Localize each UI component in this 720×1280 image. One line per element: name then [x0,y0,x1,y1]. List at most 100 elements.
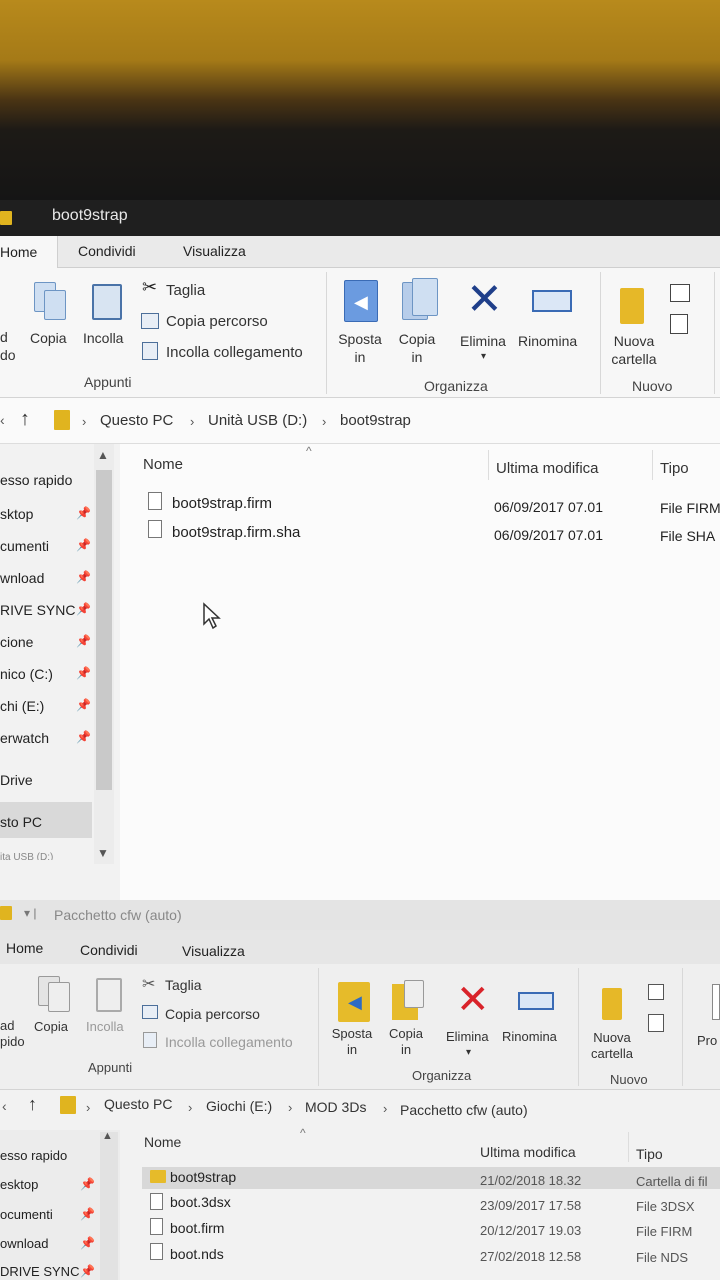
nav-item[interactable]: ocumenti [0,1207,53,1222]
rename-icon [518,992,554,1010]
copy-to-icon-front [404,980,424,1008]
easy-access-icon[interactable] [648,1014,664,1032]
pin-icon: 📌 [76,730,91,744]
properties-button[interactable]: Pro [697,1032,717,1050]
nav-item[interactable]: esso rapido [0,1148,67,1163]
file-row[interactable]: boot.firm 20/12/2017 19.03 File FIRM [146,1218,720,1240]
chevron-right-icon: › [322,414,327,429]
pin-icon: 📌 [76,538,91,552]
copy-button[interactable] [30,278,70,322]
copy-path-button[interactable]: Copia percorso [165,1006,260,1022]
easy-access-icon[interactable] [670,314,688,334]
quick-access-dropdown-icon[interactable]: ▾ | [24,906,36,920]
ribbon: ad pido Copia Incolla ✂ Taglia Copia perc… [0,964,720,1090]
file-row[interactable]: boot.nds 27/02/2018 12.58 File NDS [146,1243,720,1265]
move-to-label[interactable]: Sposta in [326,1026,378,1058]
nav-item[interactable]: esso rapido [0,472,72,488]
cut-button[interactable]: Taglia [165,977,202,993]
up-arrow-icon[interactable]: ↑ [28,1094,37,1115]
delete-dropdown-icon[interactable]: ▾ [466,1044,471,1062]
nav-item[interactable]: sktop [0,506,33,522]
move-to-button[interactable]: ◀ [344,280,380,324]
copy-to-label[interactable]: Copia in [384,1026,428,1058]
nav-item[interactable]: ownload [0,1236,48,1251]
file-row[interactable]: boot9strap.firm 06/09/2017 07.01 File FI… [140,492,720,516]
scrollbar-thumb[interactable] [96,470,112,790]
paste-button[interactable] [90,278,124,322]
scroll-up-icon[interactable]: ▲ [102,1130,113,1142]
new-folder-button[interactable]: Nuova cartella [586,1030,638,1062]
paste-link-button[interactable]: Incolla collegamento [165,1034,293,1050]
scroll-down-icon[interactable]: ▼ [97,846,109,860]
tab-home[interactable]: Home [0,236,58,269]
breadcrumb-item[interactable]: boot9strap [340,412,411,429]
nav-scrollbar[interactable] [100,1132,118,1280]
new-group-label: Nuovo [610,1072,648,1087]
new-folder-icon[interactable] [620,288,644,324]
new-folder-icon[interactable] [602,988,622,1020]
column-header-modified[interactable]: Ultima modifica [496,460,599,477]
nav-item[interactable]: nico (C:) [0,666,53,682]
file-row[interactable]: boot.3dsx 23/09/2017 17.58 File 3DSX [146,1193,720,1215]
nav-item[interactable]: cione [0,634,33,650]
rename-button[interactable]: Rinomina [518,332,577,350]
rename-button[interactable]: Rinomina [502,1028,557,1046]
nav-item[interactable]: chi (E:) [0,698,44,714]
column-header-name[interactable]: Nome [143,456,183,473]
copy-path-button[interactable]: Copia percorso [166,313,268,330]
new-item-icon[interactable] [670,284,690,302]
delete-icon[interactable]: ✕ [466,278,510,324]
folder-icon [0,906,12,920]
tab-home[interactable]: Home [6,940,43,956]
explorer-window-boot9strap: boot9strap Home Condividi Visualizza d do… [0,200,720,900]
column-header-type[interactable]: Tipo [660,460,689,477]
nav-item[interactable]: erwatch [0,730,49,746]
copy-to-button[interactable] [402,278,440,322]
tab-share[interactable]: Condividi [80,942,138,958]
breadcrumb-item[interactable]: Giochi (E:) [206,1098,272,1114]
back-arrow-icon[interactable]: ‹ [2,1098,7,1114]
tab-view[interactable]: Visualizza [182,943,245,959]
address-bar[interactable]: ‹ ↑ › Questo PC › Giochi (E:) › MOD 3Ds … [0,1090,720,1130]
column-header-type[interactable]: Tipo [636,1146,663,1162]
nav-item-this-pc[interactable]: sto PC [0,814,42,830]
delete-icon[interactable]: ✕ [456,980,490,1020]
up-arrow-icon[interactable]: ↑ [20,408,30,431]
nav-item[interactable]: ita USB (D:) [0,852,53,860]
move-to-icon[interactable]: ◀ [338,982,370,1022]
file-name: boot.3dsx [170,1194,231,1210]
breadcrumb-item[interactable]: Questo PC [104,1096,172,1112]
ribbon-tabs: Home Condividi Visualizza [0,930,720,964]
nav-item[interactable]: Drive [0,772,33,788]
nav-item[interactable]: RIVE SYNC [0,602,75,618]
column-header-modified[interactable]: Ultima modifica [480,1144,576,1160]
nav-item[interactable]: esktop [0,1177,38,1192]
nav-item[interactable]: cumenti [0,538,49,554]
breadcrumb-item[interactable]: Questo PC [100,412,173,429]
new-item-icon[interactable] [648,984,664,1000]
nav-item[interactable]: wnload [0,570,44,586]
scroll-up-icon[interactable]: ▲ [97,448,109,462]
address-bar[interactable]: ‹ ↑ › Questo PC › Unità USB (D:) › boot9… [0,398,720,444]
breadcrumb-item[interactable]: Unità USB (D:) [208,412,307,429]
new-folder-button[interactable]: Nuova cartella [605,332,663,368]
delete-dropdown-icon[interactable]: ▾ [481,348,486,366]
pin-icon: 📌 [80,1236,95,1250]
file-row[interactable]: boot9strap 21/02/2018 18.32 Cartella di … [146,1168,720,1190]
back-arrow-icon[interactable]: ‹ [0,412,5,428]
tab-view[interactable]: Visualizza [183,243,246,259]
breadcrumb-item[interactable]: MOD 3Ds [305,1099,366,1115]
file-row[interactable]: boot9strap.firm.sha 06/09/2017 07.01 Fil… [140,520,720,544]
properties-icon[interactable] [712,984,720,1020]
column-header-name[interactable]: Nome [144,1134,181,1150]
file-icon [150,1193,163,1210]
breadcrumb-item[interactable]: Pacchetto cfw (auto) [400,1102,528,1118]
nav-item[interactable]: DRIVE SYNC [0,1264,79,1279]
cut-button[interactable]: Taglia [166,282,205,299]
chevron-right-icon: › [190,414,195,429]
paste-link-button[interactable]: Incolla collegamento [166,344,303,361]
paste-button[interactable] [96,974,124,1014]
tab-share[interactable]: Condividi [78,243,136,259]
copy-to-button[interactable] [392,980,428,1020]
copy-button[interactable] [38,974,74,1014]
